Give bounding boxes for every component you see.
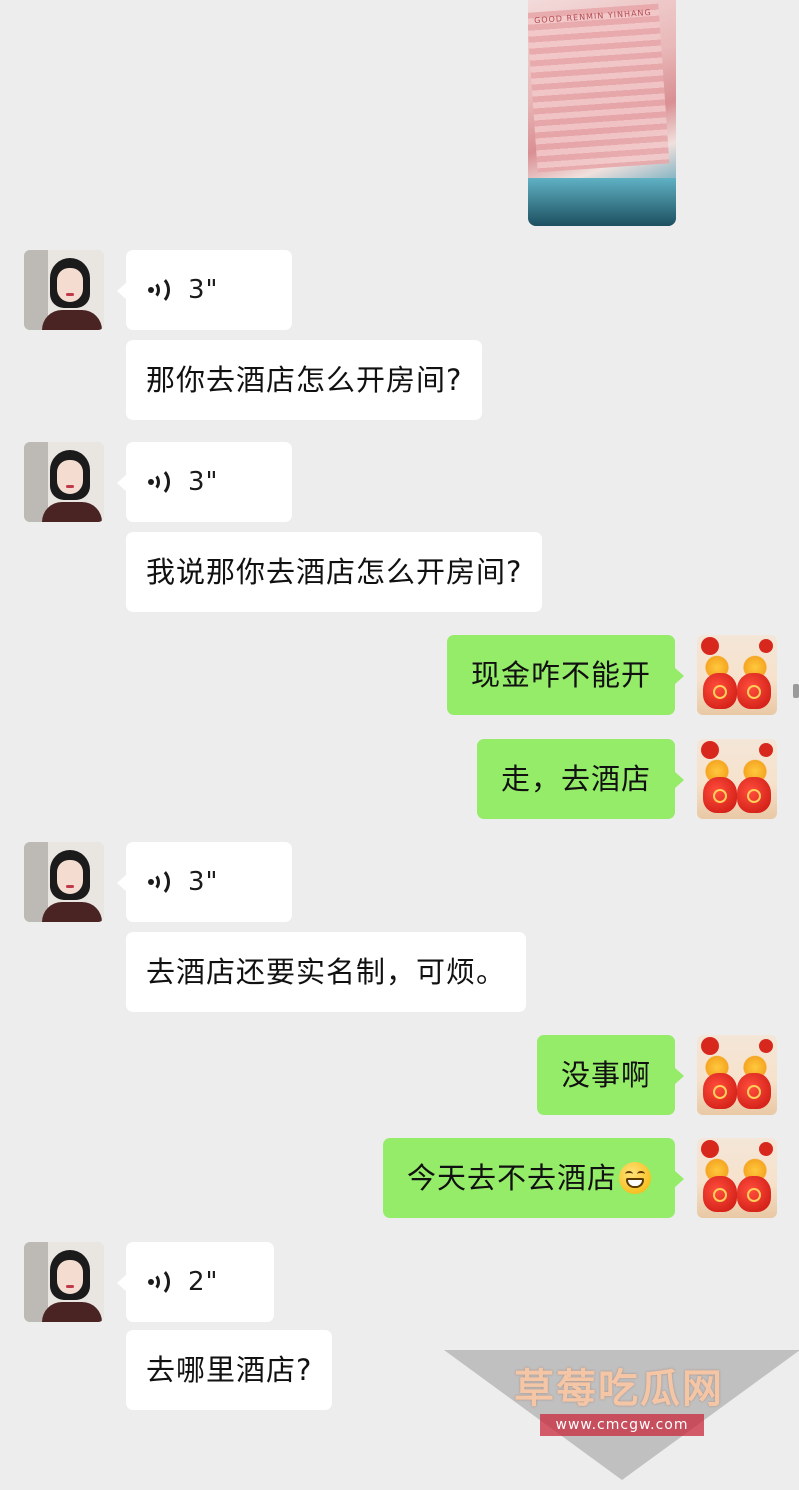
grinning-face-icon: [619, 1162, 651, 1194]
my-avatar[interactable]: [697, 1138, 777, 1218]
voice-duration: 2": [188, 1267, 219, 1297]
text-message[interactable]: 那你去酒店怎么开房间?: [126, 340, 483, 420]
voice-wave-icon: [146, 467, 172, 497]
banknote-image: [528, 3, 670, 173]
voice-wave-icon: [146, 867, 172, 897]
text-message[interactable]: 我说那你去酒店怎么开房间?: [126, 532, 543, 612]
watermark-url: www.cmcgw.com: [540, 1414, 704, 1436]
message-text: 今天去不去酒店: [406, 1161, 617, 1195]
voice-duration: 3": [188, 467, 219, 497]
watermark-title: 草莓吃瓜网: [514, 1366, 724, 1412]
my-avatar[interactable]: [697, 1035, 777, 1115]
voice-message[interactable]: 2": [117, 1242, 274, 1322]
voice-wave-icon: [146, 1267, 172, 1297]
text-message[interactable]: 没事啊: [536, 1035, 685, 1115]
my-avatar[interactable]: [697, 635, 777, 715]
voice-duration: 3": [188, 275, 219, 305]
voice-message[interactable]: 3": [117, 250, 292, 330]
voice-message[interactable]: 3": [117, 442, 292, 522]
voice-wave-icon: [146, 275, 172, 305]
text-message[interactable]: 今天去不去酒店: [382, 1138, 685, 1218]
voice-duration: 3": [188, 867, 219, 897]
photo-message[interactable]: GOOD RENMIN YINHANG: [528, 0, 676, 226]
contact-avatar[interactable]: [24, 442, 104, 522]
text-message[interactable]: 去哪里酒店?: [126, 1330, 333, 1410]
text-message[interactable]: 现金咋不能开: [446, 635, 685, 715]
voice-message[interactable]: 3": [117, 842, 292, 922]
table-surface: [528, 178, 676, 226]
my-avatar[interactable]: [697, 739, 777, 819]
scroll-marker: [793, 684, 799, 698]
text-message[interactable]: 走，去酒店: [476, 739, 685, 819]
contact-avatar[interactable]: [24, 1242, 104, 1322]
contact-avatar[interactable]: [24, 250, 104, 330]
text-message[interactable]: 去酒店还要实名制，可烦。: [126, 932, 527, 1012]
watermark: 草莓吃瓜网 www.cmcgw.com: [444, 1350, 799, 1490]
contact-avatar[interactable]: [24, 842, 104, 922]
